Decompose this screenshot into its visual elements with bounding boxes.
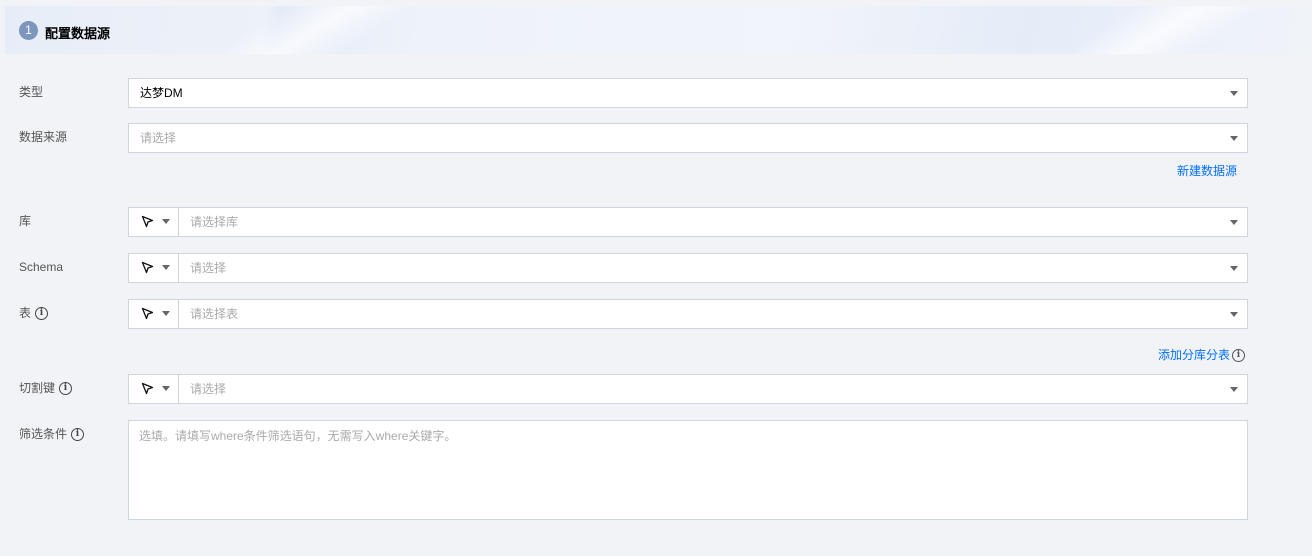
cursor-arrow-icon xyxy=(141,215,154,228)
split-key-label-text: 切割键 xyxy=(19,381,56,395)
datasource-placeholder: 请选择 xyxy=(140,131,177,145)
split-key-label: 切割键 i xyxy=(19,380,73,396)
split-key-placeholder: 请选择 xyxy=(190,382,227,396)
cursor-arrow-icon xyxy=(141,307,154,320)
info-circle-icon[interactable]: i xyxy=(59,381,73,395)
table-label-text: 表 xyxy=(19,306,32,320)
datasource-label-text: 数据来源 xyxy=(19,130,68,144)
database-select[interactable]: 请选择库 xyxy=(128,207,1248,237)
filter-textarea[interactable]: 选填。请填写where条件筛选语句，无需写入where关键字。 xyxy=(128,420,1248,520)
split-key-mode-select[interactable] xyxy=(129,374,179,404)
caret-down-icon xyxy=(1230,387,1238,392)
schema-label: Schema xyxy=(19,259,63,275)
filter-label-text: 筛选条件 xyxy=(19,427,68,441)
caret-down-icon xyxy=(162,265,170,270)
caret-down-icon xyxy=(1230,136,1238,141)
type-select[interactable]: 达梦DM xyxy=(128,78,1248,108)
info-circle-icon[interactable]: i xyxy=(35,306,49,320)
schema-label-text: Schema xyxy=(19,260,64,274)
table-placeholder: 请选择表 xyxy=(190,307,239,321)
caret-down-icon xyxy=(162,386,170,391)
header-decoration xyxy=(220,6,410,54)
caret-down-icon xyxy=(1230,266,1238,271)
info-circle-icon[interactable]: i xyxy=(71,427,85,441)
type-select-value: 达梦DM xyxy=(140,86,183,100)
type-label-text: 类型 xyxy=(19,85,44,99)
caret-down-icon xyxy=(162,219,170,224)
caret-down-icon xyxy=(1230,91,1238,96)
caret-down-icon xyxy=(162,311,170,316)
datasource-select[interactable]: 请选择 xyxy=(128,123,1248,153)
new-datasource-link[interactable]: 新建数据源 xyxy=(1177,163,1237,179)
schema-placeholder: 请选择 xyxy=(190,261,227,275)
table-select[interactable]: 请选择表 xyxy=(128,299,1248,329)
new-datasource-link-text[interactable]: 新建数据源 xyxy=(1177,163,1237,179)
caret-down-icon xyxy=(1230,220,1238,225)
table-label: 表 i xyxy=(19,305,49,321)
filter-placeholder: 选填。请填写where条件筛选语句，无需写入where关键字。 xyxy=(139,429,457,443)
schema-select[interactable]: 请选择 xyxy=(128,253,1248,283)
database-mode-select[interactable] xyxy=(129,207,179,237)
type-label: 类型 xyxy=(19,84,43,100)
database-label: 库 xyxy=(19,213,31,229)
section-title: 配置数据源 xyxy=(45,26,111,41)
table-mode-select[interactable] xyxy=(129,299,179,329)
filter-label: 筛选条件 i xyxy=(19,426,85,442)
section-header: 1 配置数据源 xyxy=(5,6,1312,54)
add-shard-table-link[interactable]: 添加分库分表 i xyxy=(1158,347,1246,363)
schema-mode-select[interactable] xyxy=(129,253,179,283)
split-key-select[interactable]: 请选择 xyxy=(128,374,1248,404)
caret-down-icon xyxy=(1230,312,1238,317)
add-shard-table-link-text[interactable]: 添加分库分表 xyxy=(1158,347,1230,363)
cursor-arrow-icon xyxy=(141,382,154,395)
cursor-arrow-icon xyxy=(141,261,154,274)
info-circle-icon[interactable]: i xyxy=(1232,348,1246,362)
database-label-text: 库 xyxy=(19,214,32,228)
datasource-label: 数据来源 xyxy=(19,129,67,145)
step-number-badge: 1 xyxy=(19,21,38,40)
database-placeholder: 请选择库 xyxy=(190,215,239,229)
header-decoration xyxy=(1070,6,1260,54)
